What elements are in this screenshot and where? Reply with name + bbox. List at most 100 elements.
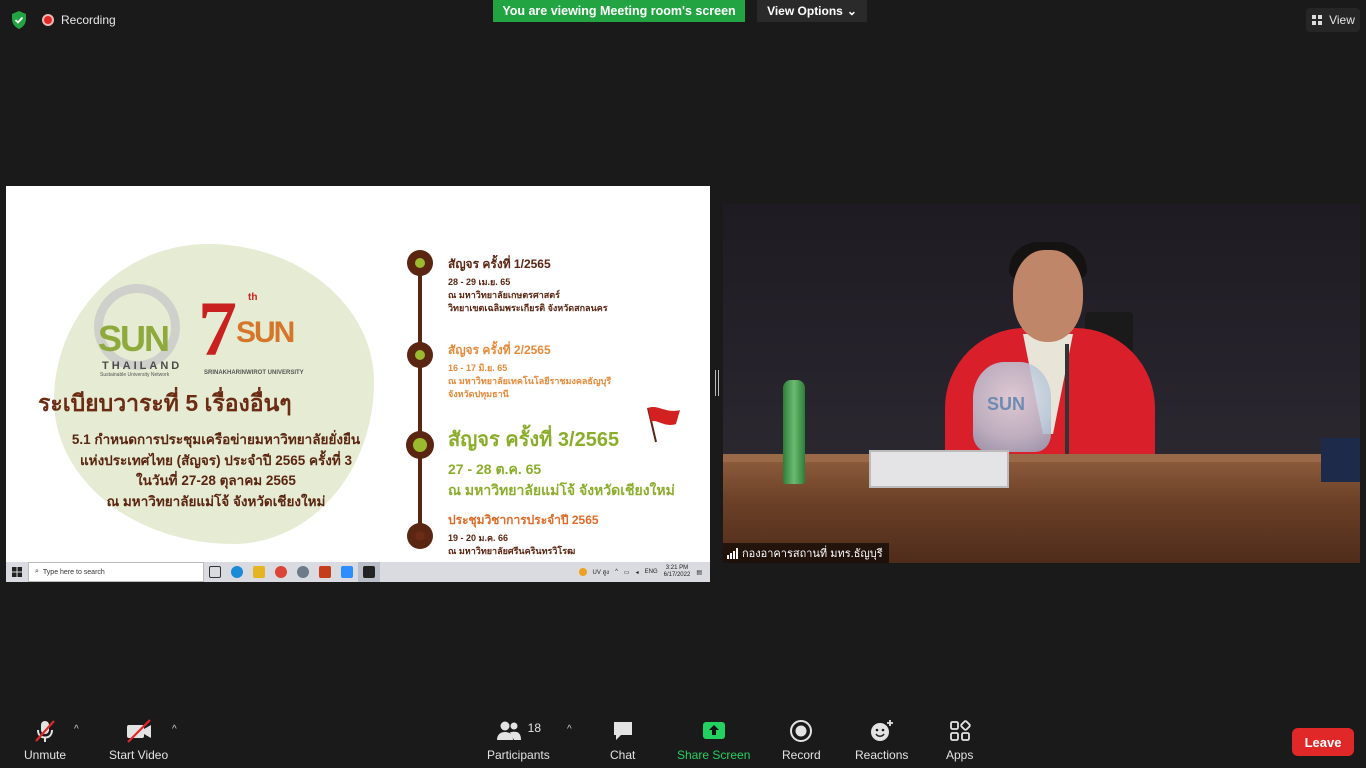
share-screen-button[interactable]: Share Screen [677,718,750,762]
event-line: 19 - 20 ม.ค. 66 [448,533,508,543]
participants-icon [496,721,521,740]
leave-button[interactable]: Leave [1292,728,1354,756]
event-line: ณ มหาวิทยาลัยแม่โจ้ จังหวัดเชียงใหม่ [448,482,675,498]
logo-seven-sup: th [248,292,258,303]
signal-bars-icon [727,547,738,559]
split-resize-handle[interactable] [715,370,719,396]
participant-video[interactable]: SUN กองอาคารสถานที่ มทร.ธัญบุรี [723,204,1360,563]
grid-view-icon [1312,15,1323,25]
apps-icon [949,720,971,741]
taskbar-time: 3:21 PM [665,565,689,571]
event-title: สัญจร ครั้งที่ 1/2565 [448,257,551,271]
participants-button[interactable]: 18 Participants [487,718,550,762]
file-explorer-icon[interactable] [248,562,270,582]
chat-icon [613,722,632,740]
event-line: วิทยาเขตเฉลิมพระเกียรติ จังหวัดสกลนคร [448,303,608,313]
participants-options-chevron-icon[interactable]: ^ [567,724,572,735]
share-screen-label: Share Screen [677,748,751,762]
video-trophy-text: SUN [987,394,1026,414]
participants-label: Participants [487,748,550,762]
notification-icon[interactable]: ▤ [696,569,702,576]
logo-sun-word: SUN [98,318,170,359]
task-view-icon[interactable] [204,562,226,582]
apps-button[interactable]: Apps [946,718,973,762]
agenda-line: 5.1 กำหนดการประชุมเครือข่ายมหาวิทยาลัยยั… [71,432,361,447]
taskbar-search-box[interactable]: ⌕ Type here to search [28,562,204,582]
unmute-button[interactable]: Unmute [24,718,66,762]
participant-name: กองอาคารสถานที่ มทร.ธัญบุรี [742,548,883,560]
event-line: 27 - 28 ต.ค. 65 [448,461,542,477]
recording-label: Recording [61,13,116,27]
chrome-icon[interactable] [270,562,292,582]
view-options-button[interactable]: View Options ⌄ [757,0,867,22]
chat-button[interactable]: Chat [610,718,635,762]
agenda-line: แห่งประเทศไทย (สัญจร) ประจำปี 2565 ครั้ง… [79,452,353,468]
tray-lang-label[interactable]: ENG [645,569,658,575]
acrobat-icon[interactable] [358,562,380,582]
timeline-node-2 [407,342,433,368]
timeline-line [418,264,422,536]
start-video-label: Start Video [109,748,169,762]
chevron-up-icon[interactable]: ^ [615,569,618,575]
timeline-event-4: ประชุมวิชาการประจำปี 2565 19 - 20 ม.ค. 6… [448,511,599,558]
timeline-node-3 [406,431,434,459]
windows-taskbar: ⌕ Type here to search UV สูง ^ ▭ ◂ ENG 3… [6,562,710,582]
system-tray: UV สูง ^ ▭ ◂ ENG 3:21 PM 6/17/2022 ▤ [578,565,711,579]
event-title: ประชุมวิชาการประจำปี 2565 [448,513,599,527]
volume-icon[interactable]: ◂ [636,569,639,576]
taskbar-search-placeholder: Type here to search [42,568,105,576]
event-line: จังหวัดปทุมธานี [448,389,509,399]
participants-count: 18 [527,721,542,735]
app-icon[interactable] [292,562,314,582]
zoom-app-icon[interactable] [336,562,358,582]
reactions-button[interactable]: Reactions [855,718,908,762]
logo-sun-swu-word: SUN [236,316,295,349]
video-water-bottle [783,380,805,484]
video-options-chevron-icon[interactable]: ^ [172,724,177,735]
logo-sun-sub: THAILAND [102,360,183,372]
network-icon[interactable]: ▭ [624,569,630,576]
viewing-banner: You are viewing Meeting room's screen [493,0,745,22]
uv-weather-icon [578,568,587,576]
video-monitor [1321,438,1360,482]
powerpoint-icon[interactable] [314,562,336,582]
logo-sun-tagline: Sustainable University Network [100,372,170,378]
search-icon: ⌕ [35,568,39,575]
windows-start-icon[interactable] [6,562,28,582]
participant-name-label: กองอาคารสถานที่ มทร.ธัญบุรี [723,543,889,563]
shared-screen[interactable]: SUN THAILAND Sustainable University Netw… [6,186,710,582]
view-button[interactable]: View [1306,8,1360,32]
recording-indicator[interactable]: Recording [42,13,116,27]
timeline-event-2: สัญจร ครั้งที่ 2/2565 16 - 17 มิ.ย. 65 ณ… [448,341,611,401]
timeline-event-1: สัญจร ครั้งที่ 1/2565 28 - 29 เม.ย. 65 ณ… [448,255,608,315]
meeting-toolbar: Unmute ^ Start Video ^ 18 Participants ^ [0,712,1366,768]
video-camera-off-icon [126,719,151,743]
record-label: Record [782,748,821,762]
taskbar-clock[interactable]: 3:21 PM 6/17/2022 [664,565,691,579]
event-line: ณ มหาวิทยาลัยเทคโนโลยีราชมงคลธัญบุรี [448,376,612,386]
logo-seven: 7 [198,285,237,372]
edge-browser-icon[interactable] [226,562,248,582]
top-left-status: Recording [10,10,116,30]
chat-label: Chat [610,748,636,762]
agenda-line: ณ มหาวิทยาลัยแม่โจ้ จังหวัดเชียงใหม่ [106,493,326,509]
record-icon [790,720,813,742]
sun-thailand-logo: SUN THAILAND Sustainable University Netw… [90,284,200,378]
chevron-down-icon: ⌄ [846,4,857,18]
apps-label: Apps [946,748,974,762]
timeline-node-4 [407,523,433,549]
event-line: 28 - 29 เม.ย. 65 [448,277,511,287]
audio-options-chevron-icon[interactable]: ^ [74,724,79,735]
flag-icon [647,407,680,443]
event-title: สัญจร ครั้งที่ 2/2565 [448,343,551,357]
event-line: ณ มหาวิทยาลัยเกษตรศาสตร์ [448,290,560,300]
agenda-title: ระเบียบวาระที่ 5 เรื่องอื่นๆ [38,390,292,416]
view-options-label: View Options [767,4,843,18]
record-button[interactable]: Record [782,718,821,762]
view-label: View [1329,13,1355,27]
presentation-slide: SUN THAILAND Sustainable University Netw… [6,186,710,562]
security-shield-icon[interactable] [10,10,28,30]
7th-sun-swu-logo: 7 th SUN SRINAKHARINWIROT UNIVERSITY [198,285,318,380]
share-screen-icon [702,722,725,739]
start-video-button[interactable]: Start Video [109,718,168,762]
